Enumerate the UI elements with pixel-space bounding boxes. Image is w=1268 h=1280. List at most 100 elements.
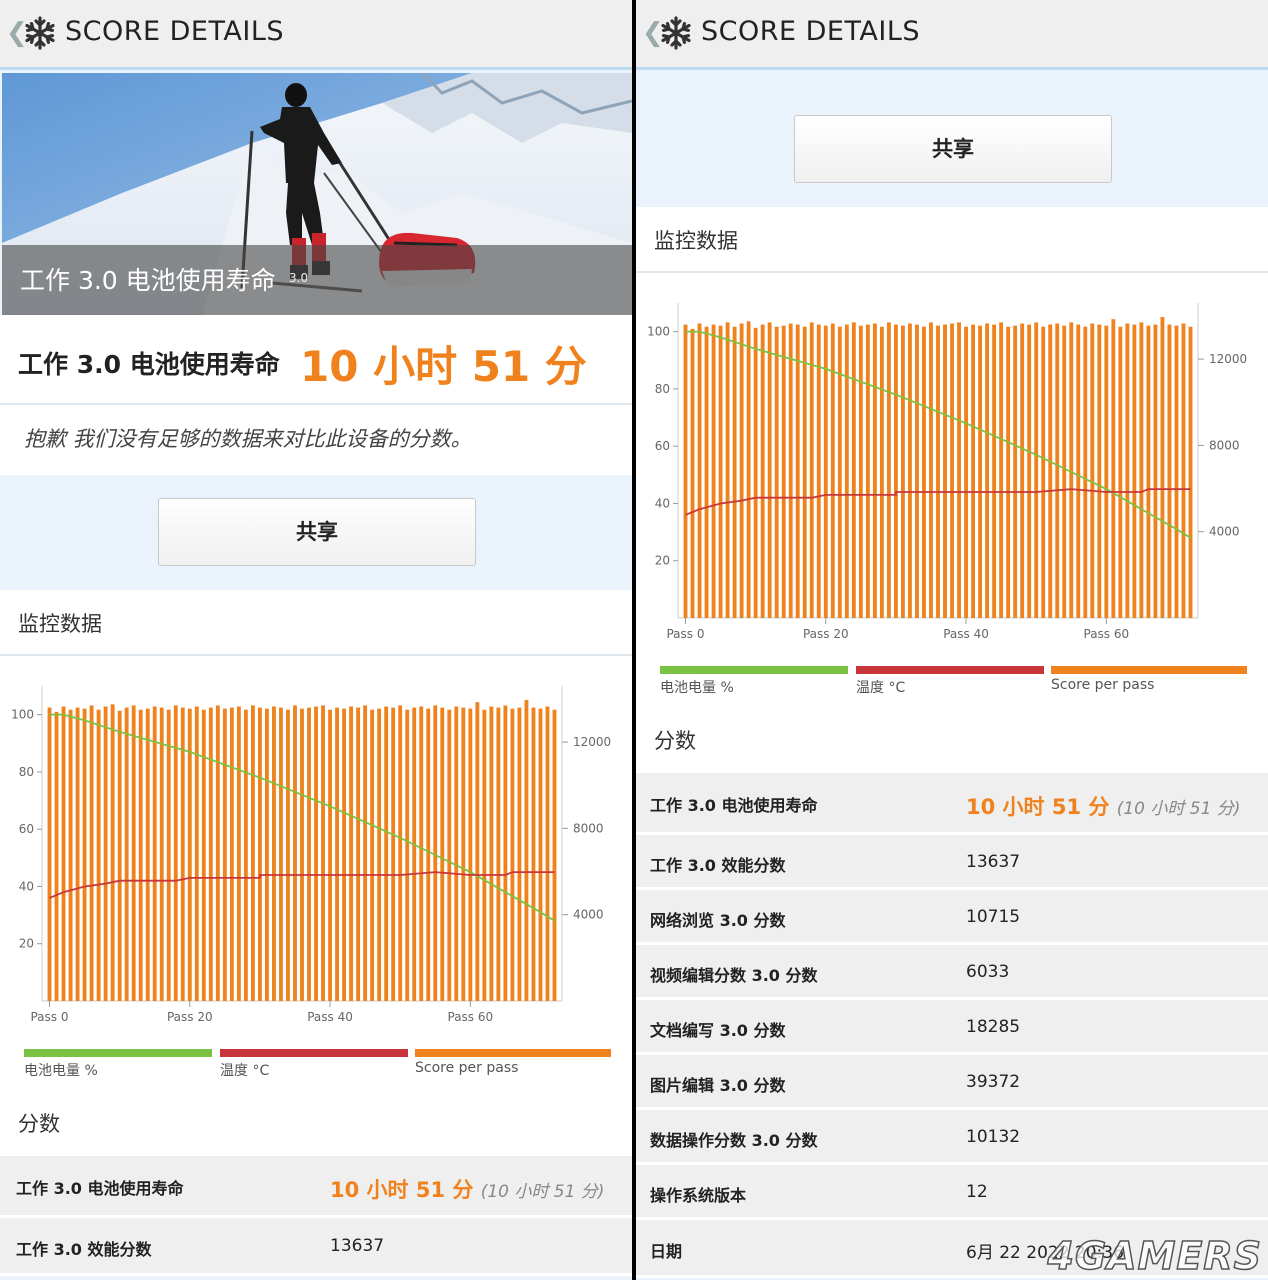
score-bar xyxy=(257,707,262,1001)
score-bar xyxy=(725,322,730,618)
score-bar xyxy=(718,325,723,618)
score-row: 视频编辑分数 3.0 分数 6033 xyxy=(636,945,1268,1000)
score-bar xyxy=(426,708,431,1001)
score-bar xyxy=(908,323,912,618)
score-bar xyxy=(384,706,389,1001)
score-bar xyxy=(300,708,304,1001)
score-value: 6033 xyxy=(966,962,1010,982)
score-bar xyxy=(1174,325,1179,618)
score-bar xyxy=(1076,324,1081,618)
score-bar xyxy=(552,709,557,1001)
score-bar xyxy=(1013,325,1018,618)
score-key: 视频编辑分数 3.0 分数 xyxy=(650,966,818,985)
y-tick-label: 60 xyxy=(655,439,670,453)
sorry-text: 抱歉 我们没有足够的数据来对比此设备的分数。 xyxy=(24,427,472,451)
score-summary: 工作 3.0 电池使用寿命 10 小时 51 分 xyxy=(0,315,632,403)
score-key: 文档编写 3.0 分数 xyxy=(650,1021,786,1040)
score-bar xyxy=(215,705,220,1001)
legend-temperature-label: 温度 °C xyxy=(856,680,906,696)
legend-battery-swatch xyxy=(660,666,848,674)
score-bar xyxy=(978,325,983,618)
score-bar xyxy=(75,707,80,1001)
legend-score-label: Score per pass xyxy=(415,1060,519,1076)
score-bar xyxy=(858,325,863,618)
score-bar xyxy=(746,321,751,618)
score-bar xyxy=(1041,326,1046,618)
app-bar: ❮ SCORE DETAILS xyxy=(0,0,632,70)
summary-result: 10 小时 51 分 xyxy=(300,342,587,391)
monitor-title: 监控数据 xyxy=(654,229,738,253)
legend-temperature-swatch xyxy=(856,666,1044,674)
hero-image: 工作 3.0 电池使用寿命 3.0 xyxy=(2,73,632,315)
score-bar xyxy=(893,324,898,618)
legend-battery-label: 电池电量 % xyxy=(660,680,734,696)
score-bar xyxy=(447,709,452,1001)
y-tick-label: 100 xyxy=(11,708,34,722)
score-bar xyxy=(531,707,536,1001)
score-bar xyxy=(201,709,206,1001)
hero-version: 3.0 xyxy=(289,271,309,285)
y-tick-label: 40 xyxy=(19,879,34,893)
score-bar xyxy=(194,706,199,1001)
score-bar xyxy=(419,706,424,1001)
x-tick-label: Pass 0 xyxy=(666,627,704,641)
score-bar xyxy=(922,326,926,618)
score-bar xyxy=(328,709,332,1001)
y-tick-label: 20 xyxy=(655,554,670,568)
legend-battery-label: 电池电量 % xyxy=(24,1063,98,1079)
score-bar xyxy=(47,707,52,1001)
hero-caption: 工作 3.0 电池使用寿命 3.0 xyxy=(2,245,632,315)
x-tick-label: Pass 20 xyxy=(167,1010,213,1024)
legend-score-swatch xyxy=(415,1049,611,1057)
score-bar xyxy=(985,323,990,618)
score-bar xyxy=(54,711,59,1001)
score-bar xyxy=(440,707,445,1001)
score-bar xyxy=(370,709,375,1001)
score-bar xyxy=(1125,323,1130,618)
score-bar xyxy=(433,705,438,1001)
sorry-box: 抱歉 我们没有足够的数据来对比此设备的分数。 xyxy=(0,405,632,475)
monitor-chart: 100 80 60 40 20 12000 8000 4000 Pass 0 Pass 20 Pas… xyxy=(647,303,1247,641)
score-bar xyxy=(307,707,311,1001)
score-bar xyxy=(117,710,122,1001)
score-bar xyxy=(398,705,403,1001)
score-bar xyxy=(131,705,136,1001)
y2-tick-label: 8000 xyxy=(1209,438,1240,452)
score-bar xyxy=(879,326,884,618)
score-bar xyxy=(957,322,961,618)
score-bar xyxy=(872,323,877,618)
share-button[interactable]: 共享 xyxy=(794,115,1112,183)
y2-tick-label: 4000 xyxy=(573,908,604,922)
score-bar xyxy=(349,706,354,1001)
score-key: 工作 3.0 效能分数 xyxy=(650,856,786,875)
score-bar xyxy=(1027,324,1032,618)
score-bar xyxy=(454,706,459,1001)
summary-test-name: 工作 3.0 电池使用寿命 xyxy=(18,350,280,379)
score-bar xyxy=(468,708,473,1001)
score-bar xyxy=(1139,322,1144,618)
score-bar xyxy=(1048,324,1053,618)
y-tick-label: 60 xyxy=(19,822,34,836)
score-bar xyxy=(279,707,283,1001)
score-value: 10715 xyxy=(966,907,1021,927)
y-tick-label: 20 xyxy=(19,937,34,951)
left-screen: ❮ SCORE DETAILS 工作 3.0 电池使用寿命 3.0 工作 3.0… xyxy=(0,0,632,1280)
score-bar xyxy=(496,707,501,1001)
score-bar xyxy=(1090,323,1095,618)
y-tick-label: 40 xyxy=(655,496,670,510)
score-bar xyxy=(1146,325,1151,618)
score-bar xyxy=(545,706,550,1001)
right-screen: ❮ SCORE DETAILS 共享 监控数据 100 80 60 40 20 12000… xyxy=(636,0,1268,1280)
score-bar xyxy=(159,707,164,1001)
chart-area: 100 80 60 40 20 12000 8000 4000 Pass 0 Pass 20 Pas… xyxy=(636,273,1268,773)
score-bar xyxy=(851,322,856,618)
score-bar xyxy=(929,322,933,618)
score-bar xyxy=(992,324,997,618)
y2-tick-label: 12000 xyxy=(1209,352,1247,366)
share-button[interactable]: 共享 xyxy=(158,498,476,566)
score-key: 工作 3.0 电池使用寿命 xyxy=(16,1179,184,1198)
score-bar xyxy=(110,704,115,1001)
monitor-title: 监控数据 xyxy=(18,612,102,636)
y2-tick-label: 4000 xyxy=(1209,525,1240,539)
score-bar xyxy=(363,705,368,1001)
